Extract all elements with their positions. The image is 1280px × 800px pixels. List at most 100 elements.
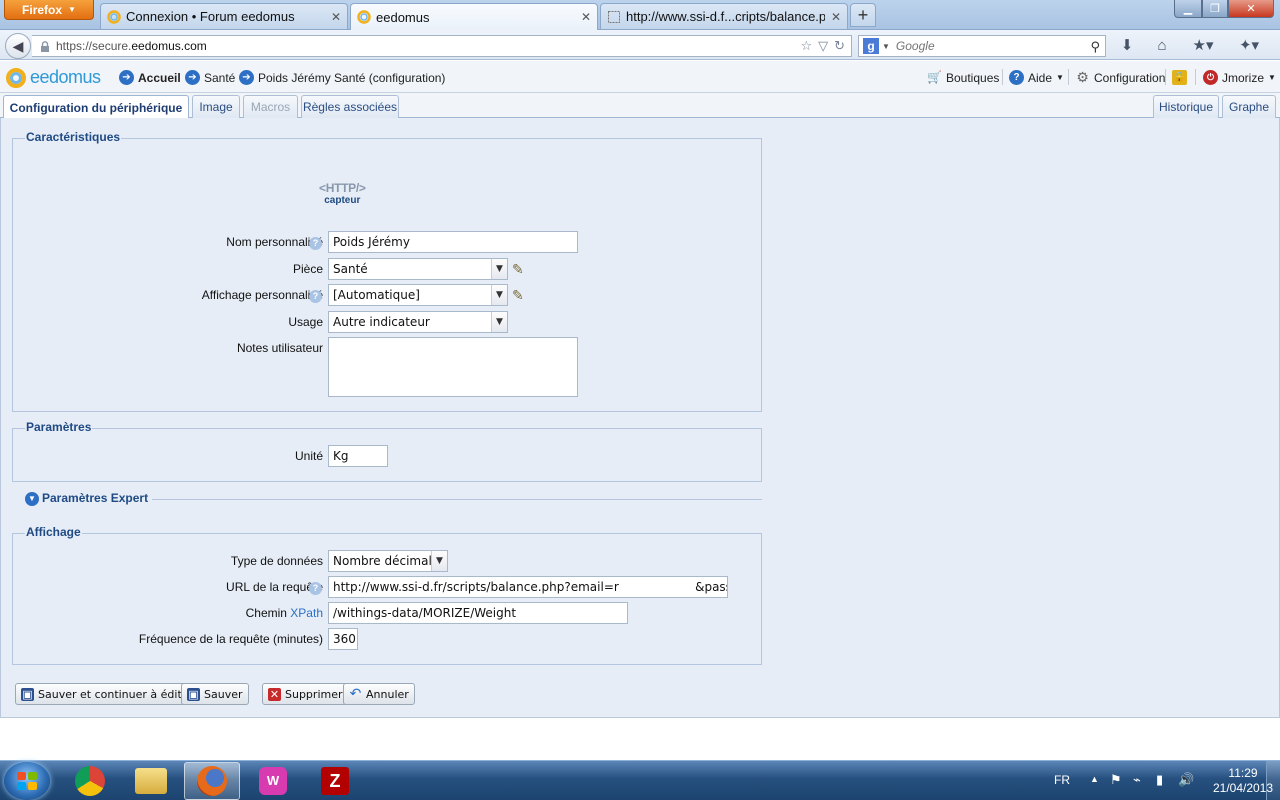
start-button[interactable] xyxy=(4,762,50,800)
delete-button[interactable]: ✕ Supprimer xyxy=(262,683,349,705)
firefox-icon xyxy=(197,766,227,796)
breadcrumb-accueil[interactable]: ➔ Accueil xyxy=(119,70,181,85)
download-icon[interactable]: ⬇ xyxy=(1117,36,1137,56)
eedomus-logo[interactable]: eedomus xyxy=(6,67,101,88)
chevron-down-icon: ▼ xyxy=(1268,73,1276,82)
notes-label: Notes utilisateur xyxy=(236,341,323,355)
window-close-button[interactable]: ✕ xyxy=(1228,0,1274,18)
section-legend: Paramètres xyxy=(25,420,93,434)
breadcrumb-sante[interactable]: ➔ Santé xyxy=(185,70,235,85)
chevron-down-icon[interactable]: ▼ xyxy=(882,42,890,51)
xpath-input[interactable]: /withings-data/MORIZE/Weight xyxy=(328,602,628,624)
piece-select[interactable]: Santé ▼ xyxy=(328,258,508,280)
close-icon[interactable]: ✕ xyxy=(331,10,341,24)
show-hidden-icons-icon[interactable]: ▲ xyxy=(1090,774,1099,784)
parametres-section: Paramètres Unité Kg xyxy=(12,420,762,482)
save-continue-button[interactable]: ▣ Sauver et continuer à éditer xyxy=(15,683,200,705)
window-minimize-button[interactable]: ▁ xyxy=(1174,0,1202,18)
restore-icon: ❐ xyxy=(1210,3,1220,15)
window-maximize-button[interactable]: ❐ xyxy=(1202,0,1228,18)
url-bar[interactable]: https://secure. eedomus.com ☆ ▽ ↻ xyxy=(32,35,852,57)
url-requete-input[interactable]: http://www.ssi-d.fr/scripts/balance.php?… xyxy=(328,576,728,598)
xpath-link[interactable]: XPath xyxy=(290,606,323,620)
unite-input[interactable]: Kg xyxy=(328,445,388,467)
cart-icon: 🛒 xyxy=(927,70,942,84)
breadcrumb-label: Accueil xyxy=(138,70,181,85)
taskbar-wamp[interactable]: W xyxy=(245,762,301,800)
expert-label: Paramètres Expert xyxy=(42,491,149,505)
pencil-icon[interactable]: ✎ xyxy=(512,287,528,303)
taskbar-chrome[interactable] xyxy=(62,762,118,800)
help-icon: ? xyxy=(1009,70,1024,85)
tab-title: http://www.ssi-d.f...cripts/balance.php xyxy=(626,9,825,24)
reload-icon[interactable]: ↻ xyxy=(834,38,845,54)
nom-input[interactable]: Poids Jérémy xyxy=(328,231,578,253)
usage-select[interactable]: Autre indicateur ▼ xyxy=(328,311,508,333)
breadcrumb-device-config[interactable]: ➔ Poids Jérémy Santé (configuration) xyxy=(239,70,445,85)
url-scheme: https://secure. xyxy=(56,39,132,53)
help-icon[interactable]: ? xyxy=(309,290,322,303)
user-menu[interactable]: ⏻ Jmorize ▼ xyxy=(1203,70,1276,85)
firefox-menu-button[interactable]: Firefox ▼ xyxy=(4,0,94,20)
configuration-button[interactable]: ⚙ Configuration xyxy=(1075,70,1165,85)
notes-textarea[interactable] xyxy=(328,337,578,397)
minimize-icon: ▁ xyxy=(1183,3,1193,15)
tab-graphe[interactable]: Graphe xyxy=(1222,95,1276,118)
type-donnees-value: Nombre décimal xyxy=(333,554,432,568)
gear-icon: ⚙ xyxy=(1076,69,1089,85)
parametres-expert-toggle[interactable]: ▼ Paramètres Expert xyxy=(12,491,762,507)
button-label: Sauver et continuer à éditer xyxy=(38,687,194,701)
action-center-flag-icon[interactable]: ⚑ xyxy=(1110,772,1122,788)
tab-image[interactable]: Image xyxy=(192,95,240,118)
aide-label: Aide xyxy=(1028,70,1053,85)
taskbar-explorer[interactable] xyxy=(123,762,179,800)
tab-historique[interactable]: Historique xyxy=(1153,95,1219,118)
search-icon[interactable]: ⚲ xyxy=(1090,39,1100,55)
tab-macros[interactable]: Macros xyxy=(243,95,298,118)
browser-tab-eedomus[interactable]: eedomus ✕ xyxy=(350,3,598,30)
chevron-down-icon[interactable]: ▽ xyxy=(818,38,828,54)
box-status-button[interactable]: 🔒 xyxy=(1172,70,1187,85)
addon-icon[interactable]: ✦▾ xyxy=(1236,36,1262,56)
help-icon[interactable]: ? xyxy=(309,237,322,250)
affichage-section: Affichage Type de données Nombre décimal… xyxy=(12,525,762,665)
type-donnees-select[interactable]: Nombre décimal ▼ xyxy=(328,550,448,572)
bookmark-star-icon[interactable]: ☆ xyxy=(800,38,812,54)
taskbar-firefox[interactable] xyxy=(184,762,240,800)
caracteristiques-section: Caractéristiques <HTTP/> capteur Nom per… xyxy=(12,130,762,412)
save-button[interactable]: ▣ Sauver xyxy=(181,683,249,705)
tab-regles-associees[interactable]: Règles associées xyxy=(301,95,399,118)
unite-label: Unité xyxy=(294,449,323,463)
search-input[interactable] xyxy=(895,39,1076,53)
frequence-input[interactable]: 360 xyxy=(328,628,358,650)
breadcrumb-label: Santé xyxy=(204,70,236,85)
boutiques-button[interactable]: 🛒 Boutiques xyxy=(927,70,999,85)
browser-tab-balance[interactable]: http://www.ssi-d.f...cripts/balance.php … xyxy=(600,3,848,29)
browser-tab-forum[interactable]: Connexion • Forum eedomus ✕ xyxy=(100,3,348,29)
aide-menu[interactable]: ? Aide ▼ xyxy=(1009,70,1064,85)
network-signal-icon[interactable]: ▮ xyxy=(1156,772,1163,788)
search-bar[interactable]: g ▼ ⚲ xyxy=(858,35,1106,57)
home-icon[interactable]: ⌂ xyxy=(1152,36,1172,56)
google-search-engine-icon[interactable]: g xyxy=(863,38,879,54)
language-indicator[interactable]: FR xyxy=(1054,773,1070,787)
close-icon[interactable]: ✕ xyxy=(831,10,841,24)
bookmarks-menu-icon[interactable]: ★▾ xyxy=(1188,36,1218,56)
back-button[interactable]: ◀ xyxy=(5,33,31,59)
volume-icon[interactable]: 🔊 xyxy=(1178,772,1194,788)
taskbar-filezilla[interactable]: Z xyxy=(307,762,363,800)
usage-label: Usage xyxy=(288,315,323,329)
cancel-button[interactable]: ↶ Annuler xyxy=(343,683,415,705)
affichage-select[interactable]: [Automatique] ▼ xyxy=(328,284,508,306)
show-desktop-button[interactable] xyxy=(1266,761,1280,800)
pencil-icon[interactable]: ✎ xyxy=(512,261,528,277)
close-icon[interactable]: ✕ xyxy=(581,10,591,24)
button-label: Sauver xyxy=(204,687,243,701)
arrow-right-circle-icon: ➔ xyxy=(185,70,200,85)
new-tab-button[interactable]: + xyxy=(850,3,876,27)
chevron-down-circle-icon: ▼ xyxy=(25,492,39,506)
help-icon[interactable]: ? xyxy=(309,582,322,595)
tab-configuration[interactable]: Configuration du périphérique xyxy=(3,95,189,119)
tab-title: eedomus xyxy=(376,9,430,25)
power-plug-icon[interactable]: ⌁ xyxy=(1133,772,1141,788)
